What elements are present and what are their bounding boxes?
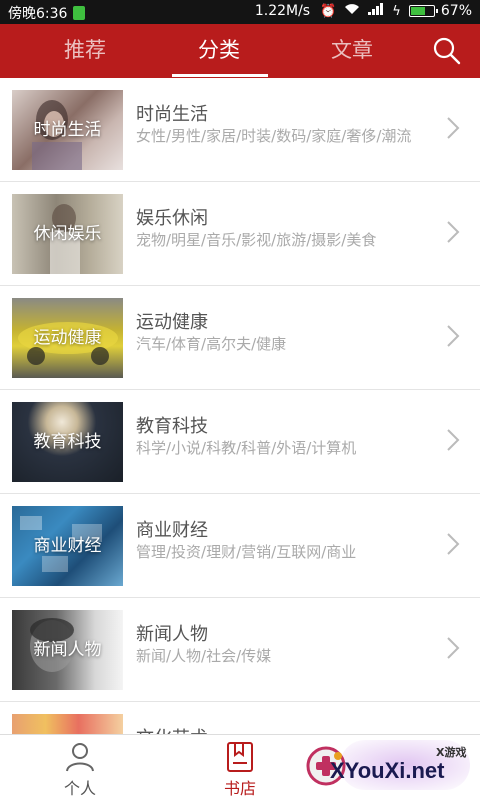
active-tab-indicator: [172, 74, 268, 77]
category-thumbnail: 商业财经: [12, 506, 123, 586]
category-title: 运动健康: [136, 312, 208, 333]
chevron-right-icon: [447, 637, 460, 659]
category-title: 文化艺术: [136, 724, 208, 734]
thumbnail-label: 商业财经: [33, 536, 102, 556]
category-title: 娱乐休闲: [136, 208, 208, 229]
tab-articles[interactable]: 文章: [310, 24, 394, 78]
category-title: 教育科技: [136, 416, 208, 437]
thumbnail-label: 时尚生活: [33, 120, 102, 140]
category-tags: 新闻/人物/社会/传媒: [136, 647, 272, 665]
chevron-right-icon: [447, 533, 460, 555]
site-watermark: X游戏 XYouXi.net: [300, 736, 480, 800]
bookstore-icon: [227, 742, 253, 772]
wifi-icon: [344, 3, 360, 19]
chevron-right-icon: [447, 429, 460, 451]
category-tags: 科学/小说/科教/科普/外语/计算机: [136, 439, 357, 457]
category-thumbnail: 休闲娱乐: [12, 194, 123, 274]
category-title: 新闻人物: [136, 624, 208, 645]
nav-bookstore[interactable]: 书店: [200, 735, 280, 800]
nav-personal[interactable]: 个人: [40, 735, 120, 800]
person-icon: [66, 743, 94, 772]
watermark-text: XYouXi.net: [330, 758, 445, 783]
top-tab-bar: 推荐 分类 文章: [0, 24, 480, 78]
status-time: 傍晚6:36: [8, 6, 68, 22]
category-thumbnail: 运动健康: [12, 298, 123, 378]
status-bar: 傍晚6:36 1.22M/s ⏰ ϟ 67%: [0, 0, 480, 24]
sim-card-icon: [73, 6, 86, 20]
category-thumbnail: 教育科技: [12, 402, 123, 482]
category-tags: 宠物/明星/音乐/影视/旅游/摄影/美食: [136, 231, 377, 249]
signal-icon: [368, 3, 384, 19]
category-thumbnail: 新闻人物: [12, 610, 123, 690]
category-title: 时尚生活: [136, 104, 208, 125]
category-item-leisure[interactable]: 休闲娱乐 娱乐休闲 宠物/明星/音乐/影视/旅游/摄影/美食: [0, 182, 480, 286]
thumbnail-label: 新闻人物: [33, 640, 102, 660]
nav-label: 个人: [63, 779, 96, 798]
battery-percent: 67%: [440, 3, 472, 19]
alarm-icon: ⏰: [320, 3, 337, 19]
tab-category[interactable]: 分类: [170, 24, 268, 78]
category-item-education[interactable]: 教育科技 教育科技 科学/小说/科教/科普/外语/计算机: [0, 390, 480, 494]
thumbnail-label: 教育科技: [33, 432, 102, 452]
category-item-news[interactable]: 新闻人物 新闻人物 新闻/人物/社会/传媒: [0, 598, 480, 702]
tab-recommend[interactable]: 推荐: [40, 24, 130, 78]
thumbnail-label: [12, 714, 123, 734]
thumbnail-label: 运动健康: [33, 328, 102, 348]
category-thumbnail: 时尚生活: [12, 90, 123, 170]
search-icon: [433, 37, 461, 65]
category-title: 商业财经: [136, 520, 208, 541]
category-list[interactable]: 时尚生活 时尚生活 女性/男性/家居/时装/数码/家庭/奢侈/潮流 休闲娱乐 娱…: [0, 78, 480, 734]
nav-label: 书店: [223, 779, 256, 798]
category-tags: 汽车/体育/高尔夫/健康: [136, 335, 287, 353]
charging-icon: ϟ: [392, 3, 401, 19]
category-thumbnail: [12, 714, 123, 734]
chevron-right-icon: [447, 117, 460, 139]
category-tags: 女性/男性/家居/时装/数码/家庭/奢侈/潮流: [136, 127, 412, 145]
chevron-right-icon: [447, 221, 460, 243]
search-button[interactable]: [432, 36, 462, 66]
category-item-fashion[interactable]: 时尚生活 时尚生活 女性/男性/家居/时装/数码/家庭/奢侈/潮流: [0, 78, 480, 182]
category-tags: 管理/投资/理财/营销/互联网/商业: [136, 543, 357, 561]
chevron-right-icon: [447, 325, 460, 347]
network-speed: 1.22M/s: [254, 3, 311, 19]
category-item-business[interactable]: 商业财经 商业财经 管理/投资/理财/营销/互联网/商业: [0, 494, 480, 598]
category-item-culture[interactable]: 文化艺术: [0, 702, 480, 734]
thumbnail-label: 休闲娱乐: [33, 224, 102, 244]
category-item-sports[interactable]: 运动健康 运动健康 汽车/体育/高尔夫/健康: [0, 286, 480, 390]
battery-icon: [408, 5, 438, 17]
